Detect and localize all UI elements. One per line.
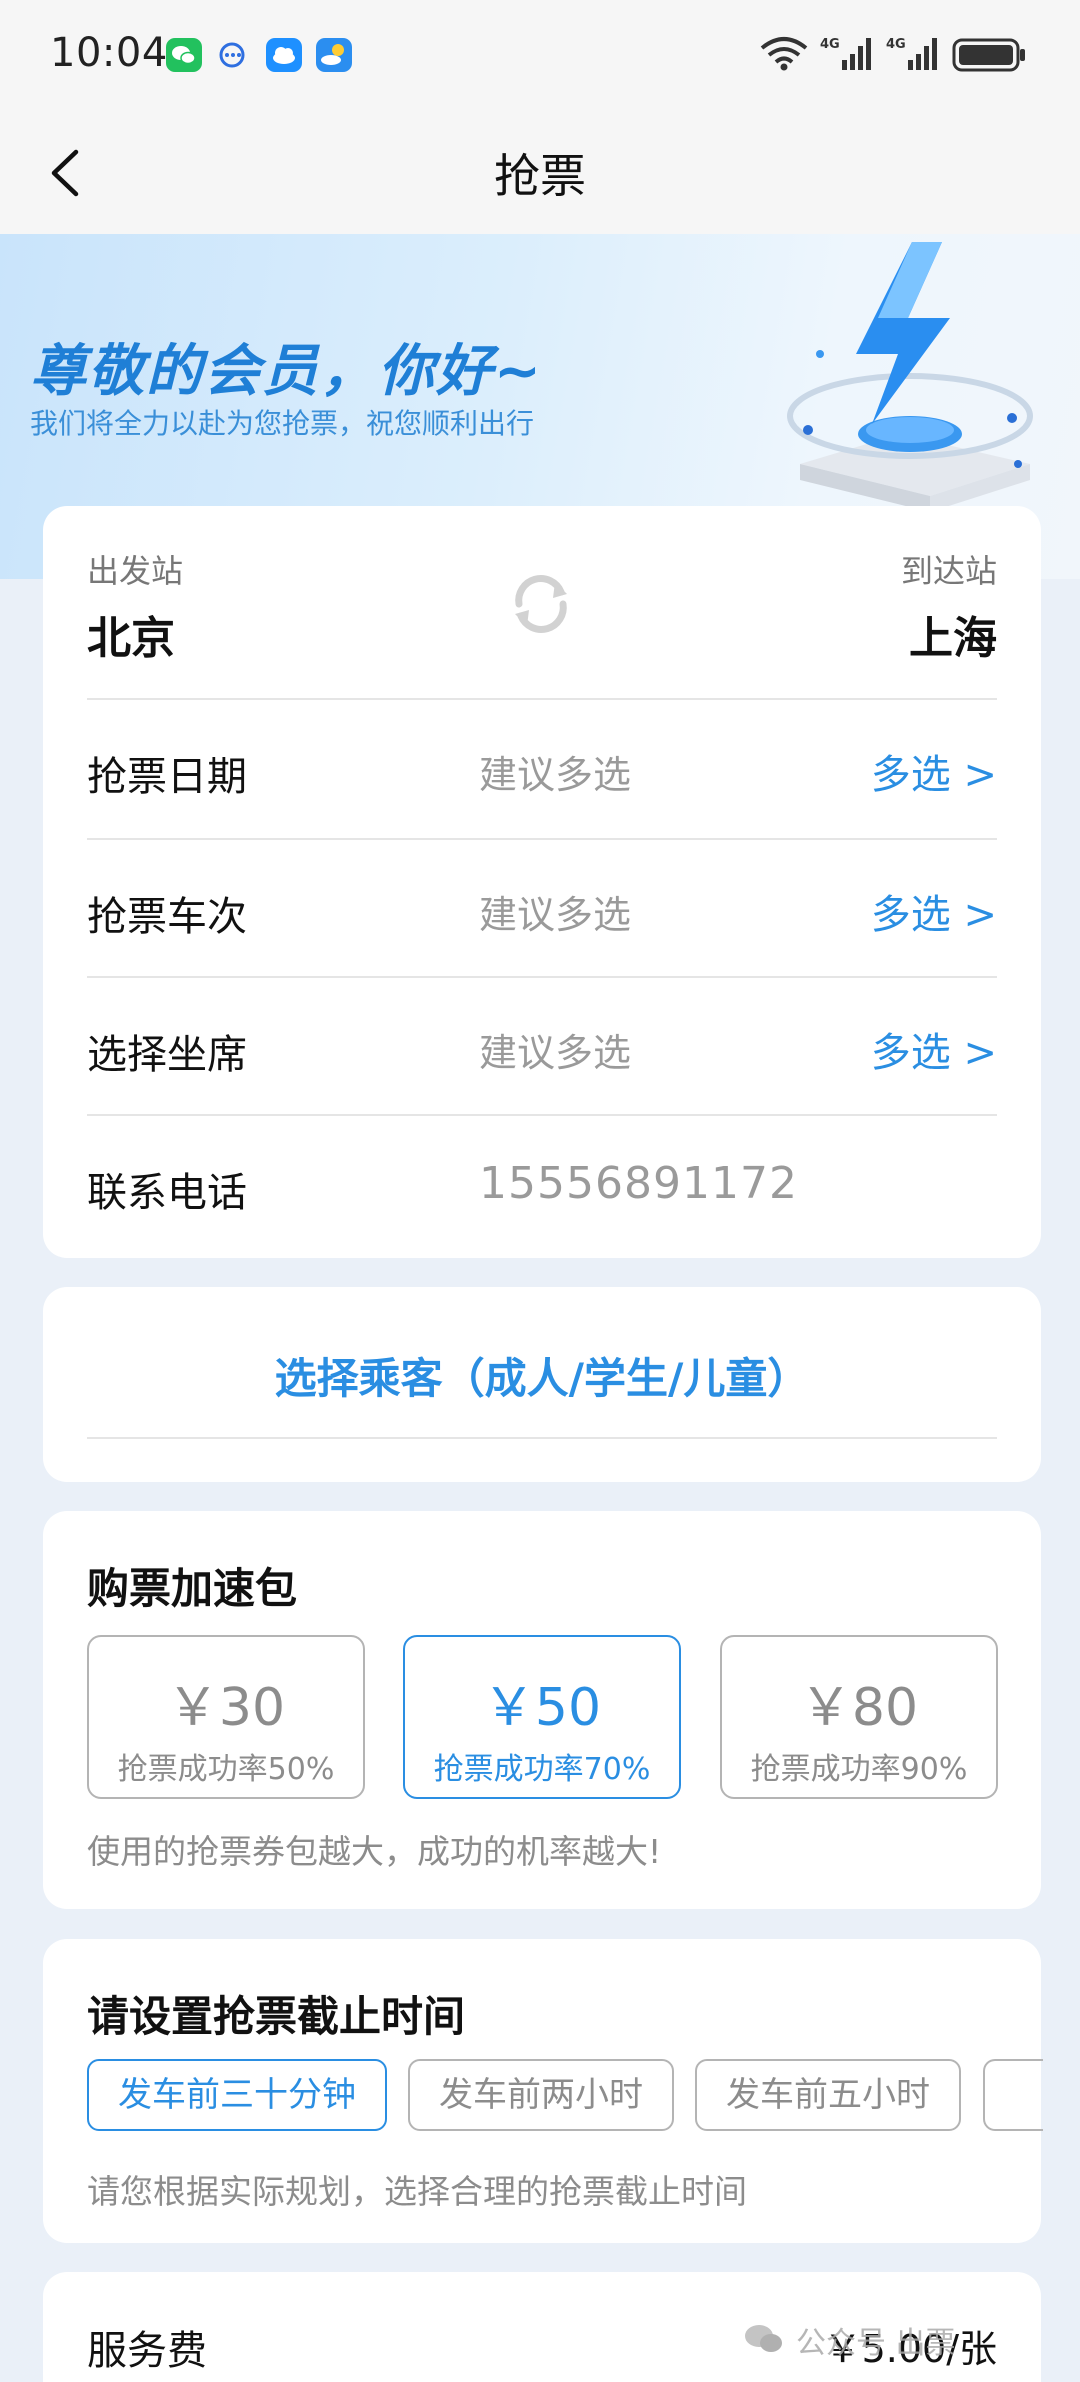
banner-subtitle: 我们将全力以赴为您抢票，祝您顺利出行 bbox=[30, 407, 535, 440]
cloud-notification-icon bbox=[266, 38, 302, 72]
row-label: 抢票日期 bbox=[87, 754, 247, 800]
deadline-title: 请设置抢票截止时间 bbox=[87, 1992, 466, 2041]
deadline-option-2h[interactable]: 发车前两小时 bbox=[408, 2059, 674, 2131]
svg-text:4G: 4G bbox=[820, 37, 840, 52]
multi-select-button[interactable]: 多选 > bbox=[871, 742, 997, 800]
row-label: 选择坐席 bbox=[87, 1032, 247, 1078]
weather-notification-icon bbox=[316, 38, 352, 72]
deadline-option-30min[interactable]: 发车前三十分钟 bbox=[87, 2059, 387, 2131]
package-price: ￥50 bbox=[482, 1678, 602, 1738]
battery-icon bbox=[952, 38, 1025, 72]
fee-label: 服务费 bbox=[87, 2328, 207, 2374]
wechat-notification-icon bbox=[166, 38, 202, 72]
status-bar: 10:04 4G 4G bbox=[0, 0, 1080, 112]
row-seat-class[interactable]: 选择坐席 建议多选 多选 > bbox=[87, 978, 997, 1116]
passenger-card: 选择乘客（成人/学生/儿童） bbox=[43, 1287, 1041, 1482]
status-time: 10:04 bbox=[50, 30, 168, 76]
boost-title: 购票加速包 bbox=[87, 1564, 298, 1613]
package-option-30[interactable]: ￥30 抢票成功率50% bbox=[87, 1635, 365, 1799]
deadline-option-more[interactable] bbox=[983, 2059, 1043, 2131]
to-station-value[interactable]: 上海 bbox=[909, 602, 997, 666]
row-grab-train[interactable]: 抢票车次 建议多选 多选 > bbox=[87, 840, 997, 978]
package-option-50[interactable]: ￥50 抢票成功率70% bbox=[403, 1635, 681, 1799]
page-title: 抢票 bbox=[494, 149, 586, 203]
row-hint: 建议多选 bbox=[479, 1031, 632, 1075]
banner-title: 尊敬的会员，你好~ bbox=[30, 339, 543, 404]
phone-field[interactable]: 15556891172 bbox=[479, 1158, 798, 1209]
package-rate: 抢票成功率50% bbox=[117, 1752, 335, 1787]
row-contact-phone: 联系电话 15556891172 bbox=[87, 1116, 997, 1254]
package-option-80[interactable]: ￥80 抢票成功率90% bbox=[720, 1635, 998, 1799]
package-price: ￥80 bbox=[799, 1678, 919, 1738]
to-station-label: 到达站 bbox=[900, 552, 997, 590]
boost-package-card: 购票加速包 ￥30 抢票成功率50% ￥50 抢票成功率70% ￥80 抢票成功… bbox=[43, 1511, 1041, 1909]
package-rate: 抢票成功率90% bbox=[750, 1752, 968, 1787]
trip-options-card: 出发站 到达站 北京 上海 抢票日期 建议多选 多选 > 抢票车次 建议多选 多… bbox=[43, 506, 1041, 1258]
deadline-option-5h[interactable]: 发车前五小时 bbox=[695, 2059, 961, 2131]
divider bbox=[87, 1437, 997, 1439]
lightning-bolt-icon bbox=[787, 242, 1033, 512]
multi-select-button[interactable]: 多选 > bbox=[871, 1020, 997, 1078]
ticket-grab-page: 10:04 4G 4G 抢票 尊敬的会员，你好~ 我们将全力以赴为您抢票，祝您顺… bbox=[0, 0, 1080, 2382]
deadline-card: 请设置抢票截止时间 发车前三十分钟 发车前两小时 发车前五小时 请您根据实际规划… bbox=[43, 1939, 1043, 2243]
from-station-label: 出发站 bbox=[87, 552, 184, 590]
multi-select-button[interactable]: 多选 > bbox=[871, 882, 997, 940]
watermark-text: 公众号 出票 bbox=[796, 2326, 956, 2361]
signal-4g-icon-2: 4G bbox=[886, 37, 937, 70]
row-hint: 建议多选 bbox=[479, 753, 632, 797]
row-grab-date[interactable]: 抢票日期 建议多选 多选 > bbox=[87, 700, 997, 838]
message-notification-icon bbox=[214, 38, 250, 72]
deadline-note: 请您根据实际规划，选择合理的抢票截止时间 bbox=[87, 2172, 747, 2211]
wechat-watermark-icon bbox=[745, 2325, 782, 2352]
package-price: ￥30 bbox=[166, 1678, 286, 1738]
row-label: 联系电话 bbox=[87, 1170, 247, 1216]
swap-stations-icon[interactable] bbox=[505, 568, 577, 640]
signal-4g-icon: 4G bbox=[820, 37, 871, 70]
row-label: 抢票车次 bbox=[87, 894, 247, 940]
package-rate: 抢票成功率70% bbox=[433, 1752, 651, 1787]
wifi-icon bbox=[760, 37, 808, 71]
boost-note: 使用的抢票券包越大，成功的机率越大! bbox=[87, 1832, 662, 1871]
select-passenger-button[interactable]: 选择乘客（成人/学生/儿童） bbox=[43, 1345, 1041, 1406]
from-station-value[interactable]: 北京 bbox=[87, 602, 175, 666]
nav-bar: 抢票 bbox=[0, 112, 1080, 234]
row-hint: 建议多选 bbox=[479, 893, 632, 937]
svg-text:4G: 4G bbox=[886, 37, 906, 52]
